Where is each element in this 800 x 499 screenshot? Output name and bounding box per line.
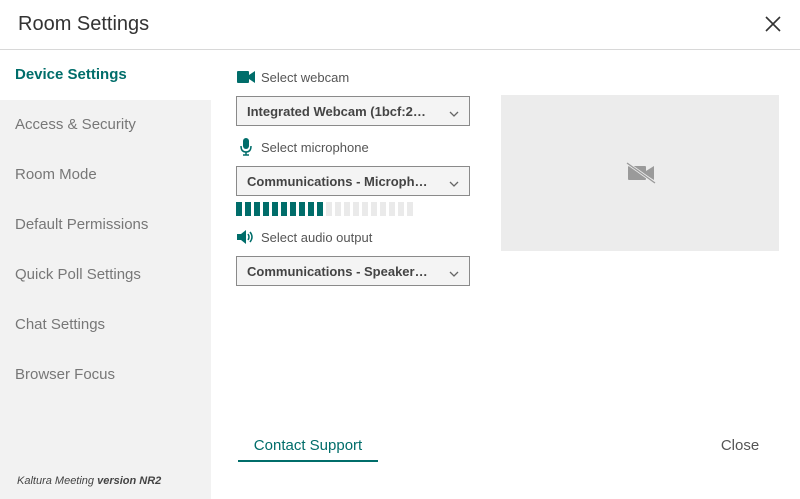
sidebar-item-device-settings[interactable]: Device Settings bbox=[0, 50, 211, 100]
chevron-down-icon bbox=[449, 266, 459, 277]
mic-level-segment bbox=[272, 202, 278, 216]
mic-level-segment bbox=[398, 202, 404, 216]
webcam-label: Select webcam bbox=[261, 69, 350, 85]
close-icon[interactable] bbox=[764, 15, 782, 33]
microphone-icon bbox=[236, 138, 256, 156]
audio-output-label-row: Select audio output bbox=[236, 227, 372, 247]
audio-output-label: Select audio output bbox=[261, 229, 373, 245]
sidebar-item-quick-poll-settings[interactable]: Quick Poll Settings bbox=[0, 250, 211, 300]
mic-level-segment bbox=[236, 202, 242, 216]
mic-level-segment bbox=[407, 202, 413, 216]
settings-sidebar: Device Settings Access & Security Room M… bbox=[0, 50, 211, 499]
mic-level-segment bbox=[335, 202, 341, 216]
mic-level-segment bbox=[362, 202, 368, 216]
microphone-select[interactable]: Communications - Microph… bbox=[236, 166, 470, 196]
mic-level-segment bbox=[290, 202, 296, 216]
close-button[interactable]: Close bbox=[705, 430, 775, 462]
mic-level-segment bbox=[317, 202, 323, 216]
sidebar-item-default-permissions[interactable]: Default Permissions bbox=[0, 200, 211, 250]
audio-output-select-value: Communications - Speaker… bbox=[247, 264, 428, 279]
mic-level-segment bbox=[299, 202, 305, 216]
mic-level-segment bbox=[263, 202, 269, 216]
microphone-select-value: Communications - Microph… bbox=[247, 174, 428, 189]
app-name: Kaltura Meeting bbox=[17, 475, 95, 487]
mic-level-segment bbox=[308, 202, 314, 216]
microphone-level-meter bbox=[236, 202, 472, 216]
microphone-label: Select microphone bbox=[261, 139, 369, 155]
dialog-header: Room Settings bbox=[0, 0, 800, 50]
webcam-select[interactable]: Integrated Webcam (1bcf:2… bbox=[236, 96, 470, 126]
camera-off-icon bbox=[626, 161, 656, 189]
chevron-down-icon bbox=[449, 176, 459, 187]
webcam-preview bbox=[501, 95, 779, 251]
webcam-select-value: Integrated Webcam (1bcf:2… bbox=[247, 104, 426, 119]
mic-level-segment bbox=[371, 202, 377, 216]
mic-level-segment bbox=[326, 202, 332, 216]
room-settings-dialog: Room Settings Device Settings Access & S… bbox=[0, 0, 800, 499]
webcam-label-row: Select webcam bbox=[236, 67, 349, 87]
mic-level-segment bbox=[254, 202, 260, 216]
version-info: Kaltura Meeting version NR2 bbox=[17, 475, 161, 487]
video-camera-icon bbox=[236, 69, 256, 85]
microphone-label-row: Select microphone bbox=[236, 137, 369, 157]
sidebar-item-chat-settings[interactable]: Chat Settings bbox=[0, 300, 211, 350]
speaker-icon bbox=[236, 229, 256, 245]
mic-level-segment bbox=[245, 202, 251, 216]
audio-output-select[interactable]: Communications - Speaker… bbox=[236, 256, 470, 286]
sidebar-item-browser-focus[interactable]: Browser Focus bbox=[0, 350, 211, 400]
mic-level-segment bbox=[281, 202, 287, 216]
dialog-title: Room Settings bbox=[18, 13, 150, 35]
contact-support-button[interactable]: Contact Support bbox=[238, 430, 378, 462]
mic-level-segment bbox=[380, 202, 386, 216]
mic-level-segment bbox=[389, 202, 395, 216]
sidebar-item-access-security[interactable]: Access & Security bbox=[0, 100, 211, 150]
mic-level-segment bbox=[353, 202, 359, 216]
sidebar-item-room-mode[interactable]: Room Mode bbox=[0, 150, 211, 200]
mic-level-segment bbox=[344, 202, 350, 216]
chevron-down-icon bbox=[449, 106, 459, 117]
version-number: version NR2 bbox=[97, 475, 162, 487]
